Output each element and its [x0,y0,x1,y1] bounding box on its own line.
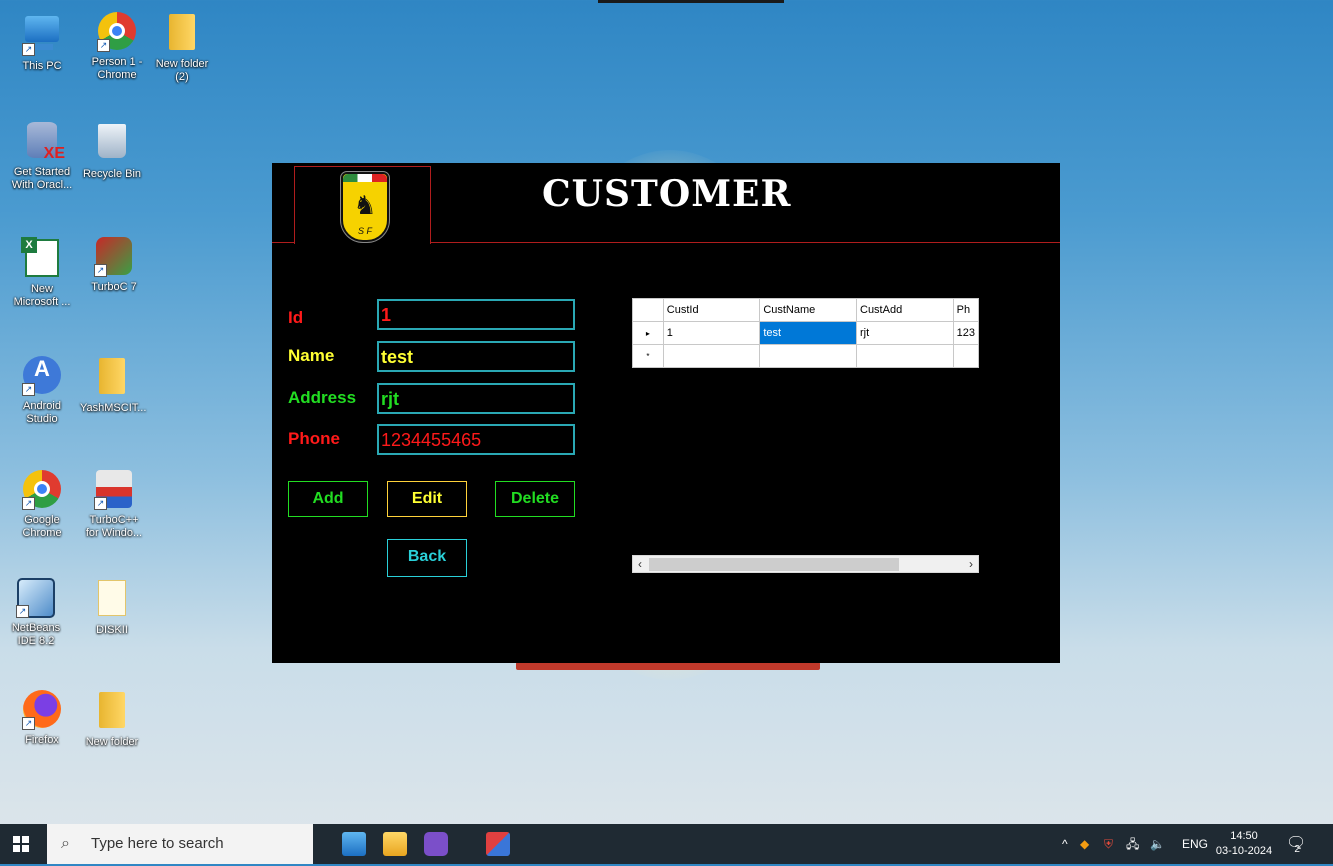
grid-cell[interactable] [662,344,761,368]
show-hidden-icons-icon[interactable]: ^ [1062,824,1068,864]
document-icon [92,580,132,620]
grid-horizontal-scrollbar[interactable]: ‹ › [632,555,979,573]
taskbar-file-explorer-icon[interactable] [383,832,407,856]
phone-label: Phone [288,429,340,448]
security-icon[interactable]: ⛨ [1104,824,1113,864]
wallpaper-bar [516,662,820,670]
table-row[interactable]: ▸ 1 test rjt 123 [632,321,980,345]
scrollbar-thumb[interactable] [649,558,899,571]
folder-icon [162,14,202,54]
scroll-left-icon[interactable]: ‹ [633,556,647,572]
grid-cell[interactable]: rjt [856,321,954,345]
language-indicator[interactable]: ENG [1182,824,1208,864]
scroll-right-icon[interactable]: › [964,556,978,572]
folder-icon [92,358,132,398]
clock[interactable]: 14:50 03-10-2024 [1215,829,1273,859]
chrome-profile-icon: ↗ [97,12,137,52]
chrome-icon: ↗ [22,470,62,510]
this-pc-icon: ↗ [22,16,62,56]
address-label: Address [288,388,357,407]
oracle-db-icon: XE [22,122,65,162]
desktop-icon-android-studio[interactable]: ↗ Android Studio [10,356,74,426]
name-label: Name [288,346,335,365]
desktop-icon-turbocpp[interactable]: ↗ TurboC++ for Windo... [82,470,146,540]
new-row[interactable]: * [632,344,980,368]
desktop-icon-firefox[interactable]: ↗ Firefox [10,690,74,747]
grid-column-header[interactable]: CustName [759,298,857,322]
delete-button[interactable]: Delete [495,481,575,517]
logo-tab: ♞ S F [294,166,431,244]
desktop-icon-this-pc[interactable]: ↗ This PC [10,12,74,73]
grid-cell[interactable] [856,344,954,368]
id-label: Id [288,308,304,327]
back-button[interactable]: Back [387,539,467,577]
address-field[interactable]: rjt [377,383,575,414]
customer-grid[interactable]: CustId CustName CustAdd Ph ▸ 1 test rjt … [632,298,980,370]
netbeans-icon: ↗ [16,578,56,618]
grid-column-header[interactable]: CustId [662,298,761,322]
taskbar-visual-studio-icon[interactable] [424,832,448,856]
desktop-icon-diskii[interactable]: DISKII [80,578,144,637]
desktop-icon-new-folder[interactable]: New folder [80,690,144,749]
add-button[interactable]: Add [288,481,368,517]
taskbar-this-pc-icon[interactable] [342,832,366,856]
desktop-icon-new-folder-2[interactable]: New folder (2) [150,12,214,84]
window-header: ♞ S F CUSTOMER [272,163,1060,244]
desktop-icon-person1-chrome[interactable]: ↗ Person 1 - Chrome [85,12,149,82]
grid-column-header[interactable]: CustAdd [856,298,954,322]
tray-app-icon[interactable]: ◆ [1080,824,1089,864]
desktop-icon-recycle-bin[interactable]: Recycle Bin [80,122,144,181]
network-icon[interactable]: 🖧 [1126,824,1139,864]
top-edge-line [598,0,784,3]
desktop-icon-oracle[interactable]: XE Get Started With Oracl... [10,122,74,192]
grid-header-row: CustId CustName CustAdd Ph [632,298,980,322]
desktop-icon-google-chrome[interactable]: ↗ Google Chrome [10,470,74,540]
recycle-bin-icon [92,124,132,164]
id-field[interactable]: 1 [377,299,575,330]
desktop-icon-turboc7[interactable]: ↗ TurboC 7 [82,237,146,294]
turbocpp-icon: ↗ [94,470,134,510]
folder-icon [92,692,132,732]
edit-button[interactable]: Edit [387,481,467,517]
desktop-icon-netbeans[interactable]: ↗ NetBeans IDE 8.2 [4,578,68,648]
windows-start-icon[interactable] [13,836,29,852]
desktop-icon-yashmscit[interactable]: YashMSCIT... [80,356,146,415]
search-icon: ⌕ [61,835,70,852]
desktop-icon-excel[interactable]: New Microsoft ... [10,237,74,309]
firefox-icon: ↗ [22,690,62,730]
grid-cell[interactable] [952,344,980,368]
phone-field[interactable]: 1234455465 [377,424,575,455]
ferrari-logo-icon: ♞ S F [341,172,389,242]
new-row-marker[interactable]: * [632,344,664,368]
grid-cell[interactable]: 1 [662,321,761,345]
grid-cell[interactable]: 123 [952,321,980,345]
taskbar-search-input[interactable]: ⌕ Type here to search [47,824,313,864]
grid-column-header[interactable]: Ph [952,298,980,322]
grid-cell-selected[interactable]: test [759,321,857,345]
excel-icon [21,237,62,279]
grid-corner-cell [632,298,664,322]
android-studio-icon: ↗ [22,356,62,396]
taskbar-app-icon[interactable] [486,832,510,856]
volume-icon[interactable]: 🔈 [1150,824,1165,864]
customer-window: ♞ S F CUSTOMER Id 1 Name test Address rj… [272,163,1060,663]
row-selector-icon[interactable]: ▸ [632,321,664,345]
taskbar: ⌕ Type here to search ^ ◆ ⛨ 🖧 🔈 ENG 14:5… [0,824,1333,864]
turboc-icon: ↗ [94,237,134,277]
notification-icon[interactable]: 🗨2 [1286,824,1312,864]
name-field[interactable]: test [377,341,575,372]
grid-cell[interactable] [759,344,857,368]
page-title: CUSTOMER [542,173,792,215]
